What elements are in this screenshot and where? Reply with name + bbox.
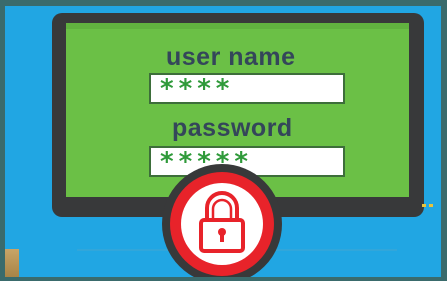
status-light xyxy=(422,204,426,207)
username-label: user name xyxy=(166,43,296,71)
login-illustration: user name **** password ***** xyxy=(5,6,441,277)
padlock-badge xyxy=(162,164,282,277)
status-light xyxy=(429,204,433,207)
password-label: password xyxy=(172,114,293,142)
username-field: **** xyxy=(149,73,345,104)
screen-shadow xyxy=(66,23,409,29)
background-corner xyxy=(5,249,19,277)
username-value: **** xyxy=(160,74,235,104)
padlock-icon xyxy=(158,160,286,277)
